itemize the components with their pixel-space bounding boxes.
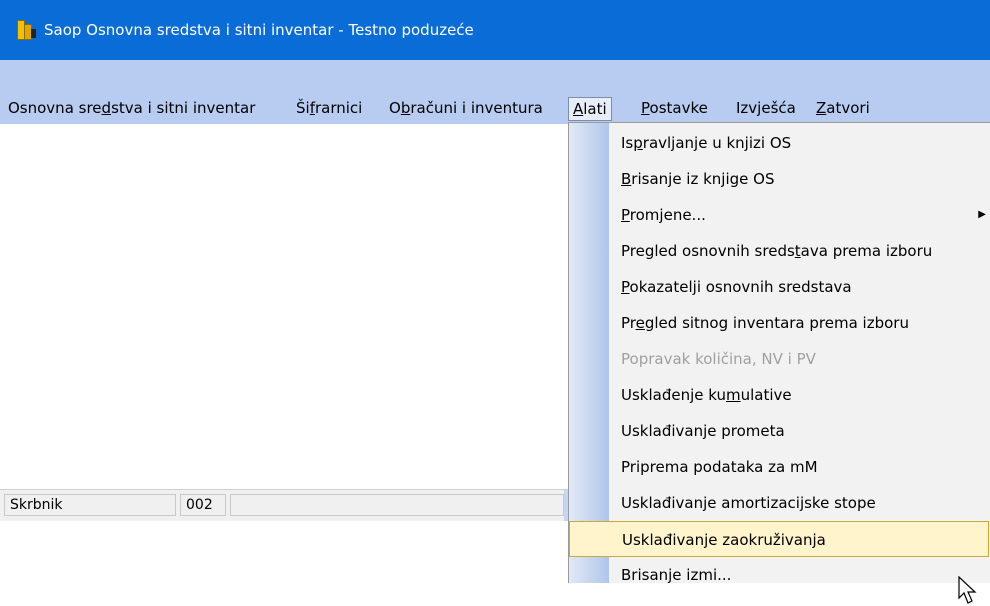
status-code: 002 [180,494,226,516]
menu-item-label: Brisanje izmi... [621,566,732,583]
menu-postavke[interactable]: Postavke [637,97,712,121]
menu-alati[interactable]: Alati [568,97,612,121]
menu-item-uskla-ivanje-amortizacijske-stope[interactable]: Usklađivanje amortizacijske stope [569,485,989,521]
menu-item-label: Promjene... [621,206,706,224]
status-message [230,494,564,516]
menu-item-label: Pregled osnovnih sredstava prema izboru [621,242,933,260]
menu-item-priprema-podataka-za-mm[interactable]: Priprema podataka za mM [569,449,989,485]
menu-sifrarnici[interactable]: Šifrarnici [292,97,366,121]
menu-item-popravak-kolicina-nv-i-pv: Popravak količina, NV i PV [569,341,989,377]
menu-item-uskla-enje-kumulative[interactable]: Usklađenje kumulative [569,377,989,413]
menu-item-label: Usklađivanje prometa [621,422,785,440]
menu-item-pokazatelji-osnovnih-sredstava[interactable]: Pokazatelji osnovnih sredstava [569,269,989,305]
window-title: Saop Osnovna sredstva i sitni inventar -… [44,21,474,39]
menu-osnovna-sredstva[interactable]: Osnovna sredstva i sitni inventar [4,97,259,121]
menu-item-label: Popravak količina, NV i PV [621,350,816,368]
menu-item-brisanje-iz-knjige-os[interactable]: Brisanje iz knjige OS [569,161,989,197]
menu-item-pregled-sitnog-inventara-prema-izboru[interactable]: Pregled sitnog inventara prema izboru [569,305,989,341]
app-icon [17,20,37,40]
menu-obracuni[interactable]: Obračuni i inventura [385,97,547,121]
menu-item-label: Usklađivanje zaokruživanja [622,531,826,549]
menu-item-label: Brisanje iz knjige OS [621,170,775,188]
menu-item-ispravljanje-u-knjizi-os[interactable]: Ispravljanje u knjizi OS [569,125,989,161]
menu-izvjesca[interactable]: Izvješća [732,97,800,121]
menu-item-label: Priprema podataka za mM [621,458,818,476]
menu-item-label: Pregled sitnog inventara prema izboru [621,314,909,332]
menu-item-label: Ispravljanje u knjizi OS [621,134,792,152]
menu-item-promjene[interactable]: Promjene... ▶ [569,197,989,233]
menu-item-label: Usklađenje kumulative [621,386,792,404]
status-user: Skrbnik [4,494,176,516]
menu-item-uskla-ivanje-zaokruzivanja[interactable]: Usklađivanje zaokruživanja [569,521,989,557]
mouse-cursor-icon [958,576,977,604]
menu-zatvori[interactable]: Zatvori [812,97,874,121]
menu-item-label: Usklađivanje amortizacijske stope [621,494,876,512]
alati-dropdown-menu: Ispravljanje u knjizi OS Brisanje iz knji… [568,122,990,583]
title-bar[interactable]: Saop Osnovna sredstva i sitni inventar -… [0,0,990,60]
workspace [0,124,570,489]
status-bar: Skrbnik 002 [0,489,570,521]
menu-item-pregled-osnovnih-sredstava-prema-izboru[interactable]: Pregled osnovnih sredstava prema izboru [569,233,989,269]
menu-item-uskla-ivanje-prometa[interactable]: Usklađivanje prometa [569,413,989,449]
menu-item-label: Pokazatelji osnovnih sredstava [621,278,852,296]
menu-item-brisanje-izmi[interactable]: Brisanje izmi... [569,557,989,583]
submenu-arrow-icon: ▶ [978,209,986,220]
